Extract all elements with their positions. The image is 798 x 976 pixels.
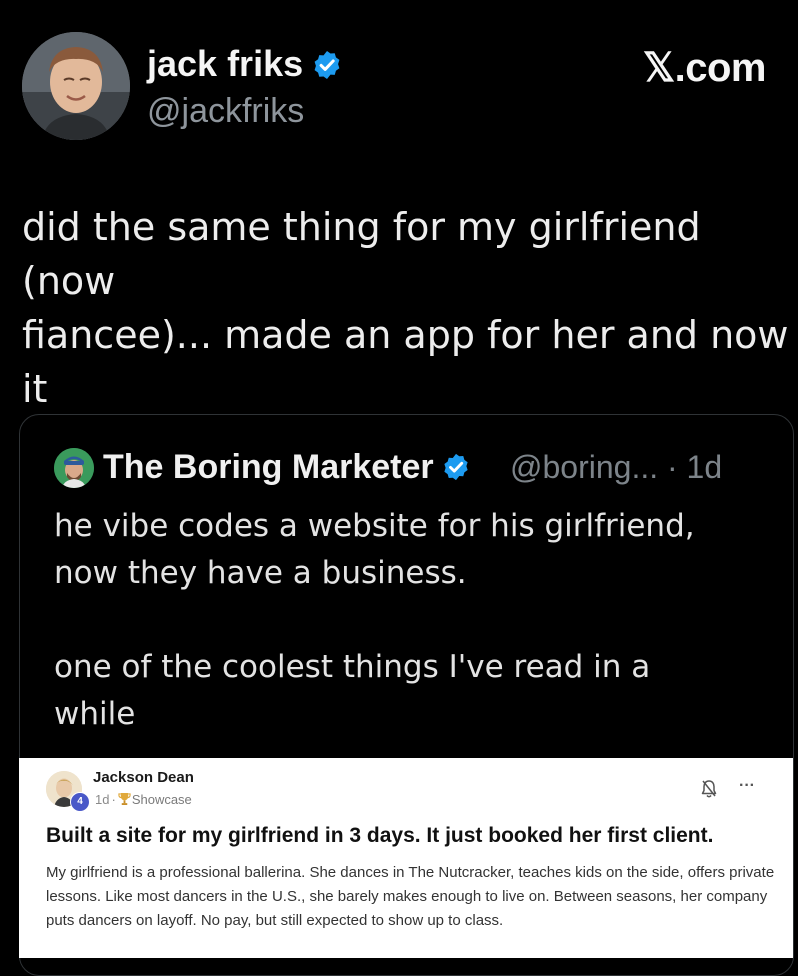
x-logo: 𝕏.com [642, 46, 767, 90]
tweet-header: jack friks @jackfriks 𝕏.com [22, 32, 782, 144]
post-body: My girlfriend is a professional ballerin… [46, 864, 775, 929]
author-avatar-image [22, 32, 130, 140]
bell-off-icon [701, 780, 717, 798]
author-name[interactable]: jack friks [147, 43, 303, 84]
quoted-handle-and-time[interactable]: @boring... · 1d [510, 445, 722, 489]
verified-badge-icon [444, 453, 468, 481]
embedded-post-card: 4 Jackson Dean 1d · Showcase ··· Built a s… [19, 758, 793, 958]
author-name-row[interactable]: jack friks [147, 42, 343, 86]
level-badge: 4 [70, 792, 90, 812]
more-options-button[interactable]: ··· [735, 776, 759, 796]
quoted-author-avatar-image [54, 448, 94, 488]
quoted-author-name-row[interactable]: The Boring Marketer [103, 445, 471, 489]
post-title[interactable]: Built a site for my girlfriend in 3 days… [46, 822, 713, 850]
quoted-tweet-text: he vibe codes a website for his girlfrie… [54, 508, 695, 732]
post-meta: 1d · Showcase [95, 791, 192, 809]
trophy-icon [118, 792, 131, 806]
verified-badge-icon [314, 51, 340, 79]
post-age: 1d [95, 792, 110, 807]
post-author-name[interactable]: Jackson Dean [93, 768, 194, 788]
post-category[interactable]: Showcase [132, 792, 192, 807]
meta-separator: · [111, 792, 116, 807]
quoted-author-avatar[interactable] [54, 448, 94, 488]
quoted-author-name[interactable]: The Boring Marketer [103, 448, 434, 486]
author-handle[interactable]: @jackfriks [147, 90, 304, 132]
author-avatar[interactable] [22, 32, 130, 140]
notification-bell-button[interactable] [699, 778, 719, 800]
